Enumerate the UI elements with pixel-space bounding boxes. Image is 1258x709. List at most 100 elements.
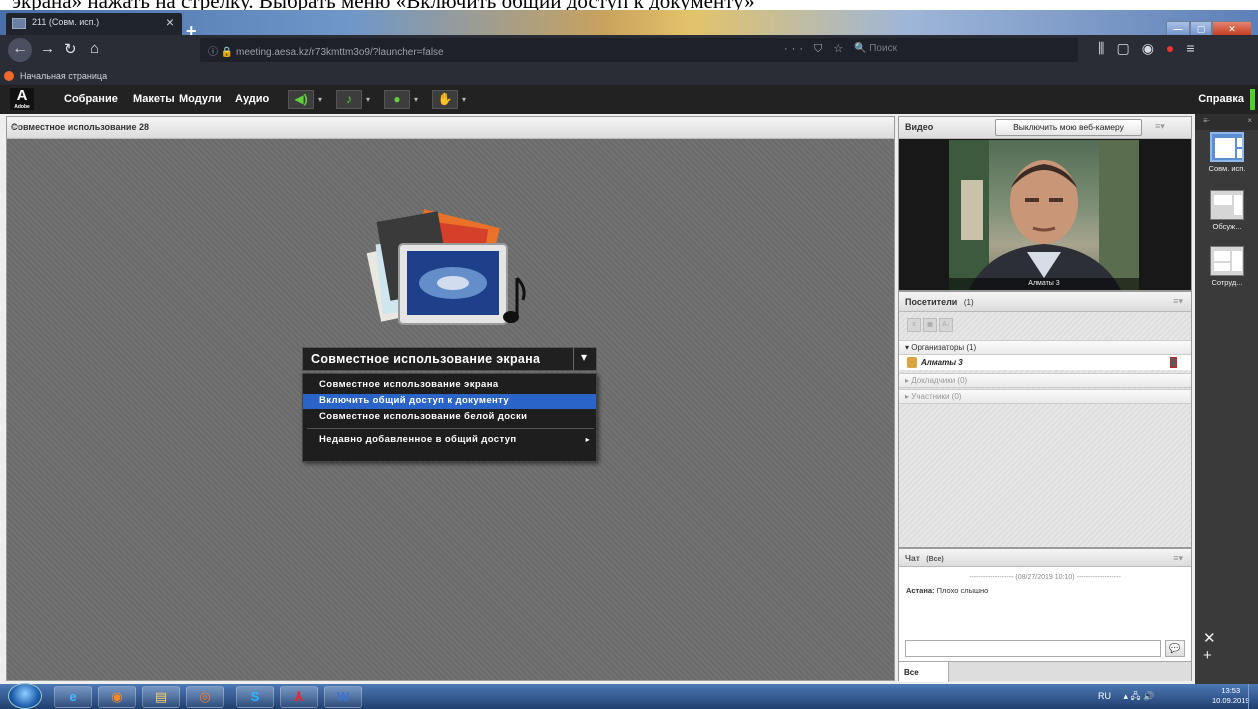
skype-app-icon[interactable]: S: [236, 686, 274, 708]
share-screen-button[interactable]: Совместное использование экрана ▾: [302, 347, 597, 372]
menu-audio[interactable]: Аудио: [235, 93, 269, 105]
tray-icons[interactable]: ▴ 🖧 🔊: [1124, 691, 1155, 701]
chevron-down-icon[interactable]: ▾: [318, 95, 322, 104]
language-indicator[interactable]: RU: [1098, 691, 1111, 701]
bookmark-home[interactable]: Начальная страница: [20, 71, 107, 81]
menu-icon[interactable]: ≡: [1186, 40, 1194, 57]
attendee-row[interactable]: Алматы 3: [899, 355, 1191, 370]
layout-discussion[interactable]: Обсуж...: [1204, 190, 1250, 231]
reload-icon[interactable]: ↻: [64, 40, 77, 58]
mic-control[interactable]: ♪ ▾: [336, 90, 370, 109]
help-menu[interactable]: Справка: [1198, 93, 1244, 105]
pod-options-icon[interactable]: ≡▾: [11, 122, 886, 133]
url-actions-icon[interactable]: ··· ⛉ ☆: [784, 42, 847, 56]
breakout-icon[interactable]: ▦: [923, 318, 937, 332]
group-participants[interactable]: ▸ Участники (0): [899, 389, 1191, 404]
show-desktop-button[interactable]: [1248, 684, 1258, 709]
webcam-icon[interactable]: ●: [384, 90, 410, 109]
taskbar-clock[interactable]: 13:53 10.09.2019: [1212, 686, 1250, 706]
chat-message-text: Плохо слышно: [936, 586, 989, 595]
sidebar-icon[interactable]: ▢: [1116, 40, 1129, 57]
chevron-down-icon[interactable]: ▾: [581, 350, 587, 364]
participant-video: [949, 140, 1139, 290]
webcam-control[interactable]: ● ▾: [384, 90, 418, 109]
attendees-title-text: Посетители: [905, 297, 958, 307]
system-tray: RU ▴ 🖧 🔊: [1098, 689, 1154, 705]
firefox-app-icon[interactable]: ◉: [98, 686, 136, 708]
raise-hand-control[interactable]: ✋ ▾: [432, 90, 466, 109]
menu-meeting[interactable]: Собрание: [64, 93, 118, 105]
caption-text: экрана» нажать на стрелку. Выбрать меню …: [12, 0, 755, 10]
attendee-view-tools: ≡ ▦ A↓: [907, 318, 953, 332]
hand-icon[interactable]: ✋: [432, 90, 458, 109]
chat-pod-header: Чат (Все) ≡▾: [899, 549, 1191, 567]
attendees-pod-title: Посетители (1): [905, 297, 974, 307]
share-pod-header: Совместное использование 28 ≡▾: [7, 117, 894, 139]
bookmarks-bar: Начальная страница: [0, 67, 1258, 85]
chat-tabs: Все: [899, 661, 1191, 682]
chat-tab-all[interactable]: Все: [899, 662, 949, 682]
extension-icon[interactable]: ◉: [1142, 40, 1154, 57]
list-view-icon[interactable]: ≡: [907, 318, 921, 332]
browser-navbar: ← → ↻ ⌂ ⓘ 🔒 meeting.aesa.kz/r73kmttm3o9/…: [0, 35, 1258, 67]
explorer-app-icon[interactable]: ▤: [142, 686, 180, 708]
camera-name-label: Алматы 3: [949, 278, 1139, 290]
sort-icon[interactable]: A↓: [939, 318, 953, 332]
microphone-icon[interactable]: ♪: [336, 90, 362, 109]
stop-webcam-button[interactable]: Выключить мою веб-камеру: [995, 119, 1142, 136]
menu-divider: [307, 428, 594, 429]
layouts-menu-icon[interactable]: ≡·: [1203, 116, 1210, 125]
speaker-icon[interactable]: ◀): [288, 90, 314, 109]
url-bar[interactable]: ⓘ 🔒 meeting.aesa.kz/r73kmttm3o9/?launche…: [200, 38, 876, 62]
clock-time: 13:53: [1221, 686, 1241, 695]
menu-item-recent-shares[interactable]: Недавно добавленное в общий доступ ▸: [303, 433, 596, 448]
player-app-icon[interactable]: ◎: [186, 686, 224, 708]
layout-thumbnail: [1210, 132, 1244, 162]
attendee-name: Алматы 3: [921, 358, 963, 367]
share-dropdown-menu: Совместное использование экрана Включить…: [302, 373, 597, 462]
word-app-icon[interactable]: W: [324, 686, 362, 708]
menu-item-share-document[interactable]: Включить общий доступ к документу: [303, 394, 596, 409]
menu-item-share-whiteboard[interactable]: Совместное использование белой доски: [303, 410, 596, 425]
attendees-count: (1): [963, 298, 974, 307]
chevron-down-icon[interactable]: ▾: [414, 95, 418, 104]
menu-pods[interactable]: Модули: [179, 93, 222, 105]
browser-tab[interactable]: 211 (Совм. исп.) ×: [6, 13, 182, 35]
webcam-feed: Алматы 3: [949, 140, 1139, 290]
share-media-icon: [366, 209, 526, 325]
search-input[interactable]: 🔍 Поиск: [846, 38, 1078, 62]
chat-title-text: Чат: [905, 553, 920, 563]
group-presenters[interactable]: ▸ Докладчики (0): [899, 373, 1191, 388]
ie-app-icon[interactable]: e: [54, 686, 92, 708]
addon-icon[interactable]: ●: [1166, 40, 1174, 57]
speaker-control[interactable]: ◀) ▾: [288, 90, 322, 109]
share-button-divider: [573, 348, 574, 372]
chevron-down-icon[interactable]: ▾: [366, 95, 370, 104]
chevron-down-icon[interactable]: ▾: [462, 95, 466, 104]
layout-share[interactable]: Совм. исп.: [1204, 132, 1250, 173]
video-pod-header: Видео Выключить мою веб-камеру ≡▾: [899, 117, 1191, 139]
chat-message: Астана: Плохо слышно: [906, 586, 988, 595]
recent-shares-label: Недавно добавленное в общий доступ: [319, 434, 517, 445]
tab-close-icon[interactable]: ×: [166, 14, 174, 30]
chat-input[interactable]: [905, 640, 1161, 657]
layout-collaboration[interactable]: Сотруд...: [1204, 246, 1250, 287]
close-icon[interactable]: ×: [1247, 116, 1252, 125]
chat-scope: (Все): [926, 556, 944, 563]
start-button[interactable]: [8, 683, 42, 709]
menu-layouts[interactable]: Макеты: [133, 93, 175, 105]
library-icon[interactable]: ⫼: [1098, 40, 1104, 57]
pod-options-icon[interactable]: ≡▾: [1155, 121, 1165, 132]
pod-options-icon[interactable]: ≡▾: [1173, 553, 1183, 564]
layout-actions[interactable]: ✕ +: [1203, 629, 1258, 664]
video-pod-title: Видео: [905, 122, 934, 132]
send-message-icon[interactable]: 💬: [1165, 640, 1185, 657]
share-button-label: Совместное использование экрана: [311, 352, 541, 366]
back-icon[interactable]: ←: [8, 38, 32, 62]
home-icon[interactable]: ⌂: [90, 40, 99, 57]
acrobat-app-icon[interactable]: ⅄: [280, 686, 318, 708]
pod-options-icon[interactable]: ≡▾: [1173, 296, 1183, 307]
forward-icon[interactable]: →: [40, 40, 55, 57]
group-hosts[interactable]: ▾ Организаторы (1): [899, 340, 1191, 355]
menu-item-share-screen[interactable]: Совместное использование экрана: [303, 378, 596, 393]
